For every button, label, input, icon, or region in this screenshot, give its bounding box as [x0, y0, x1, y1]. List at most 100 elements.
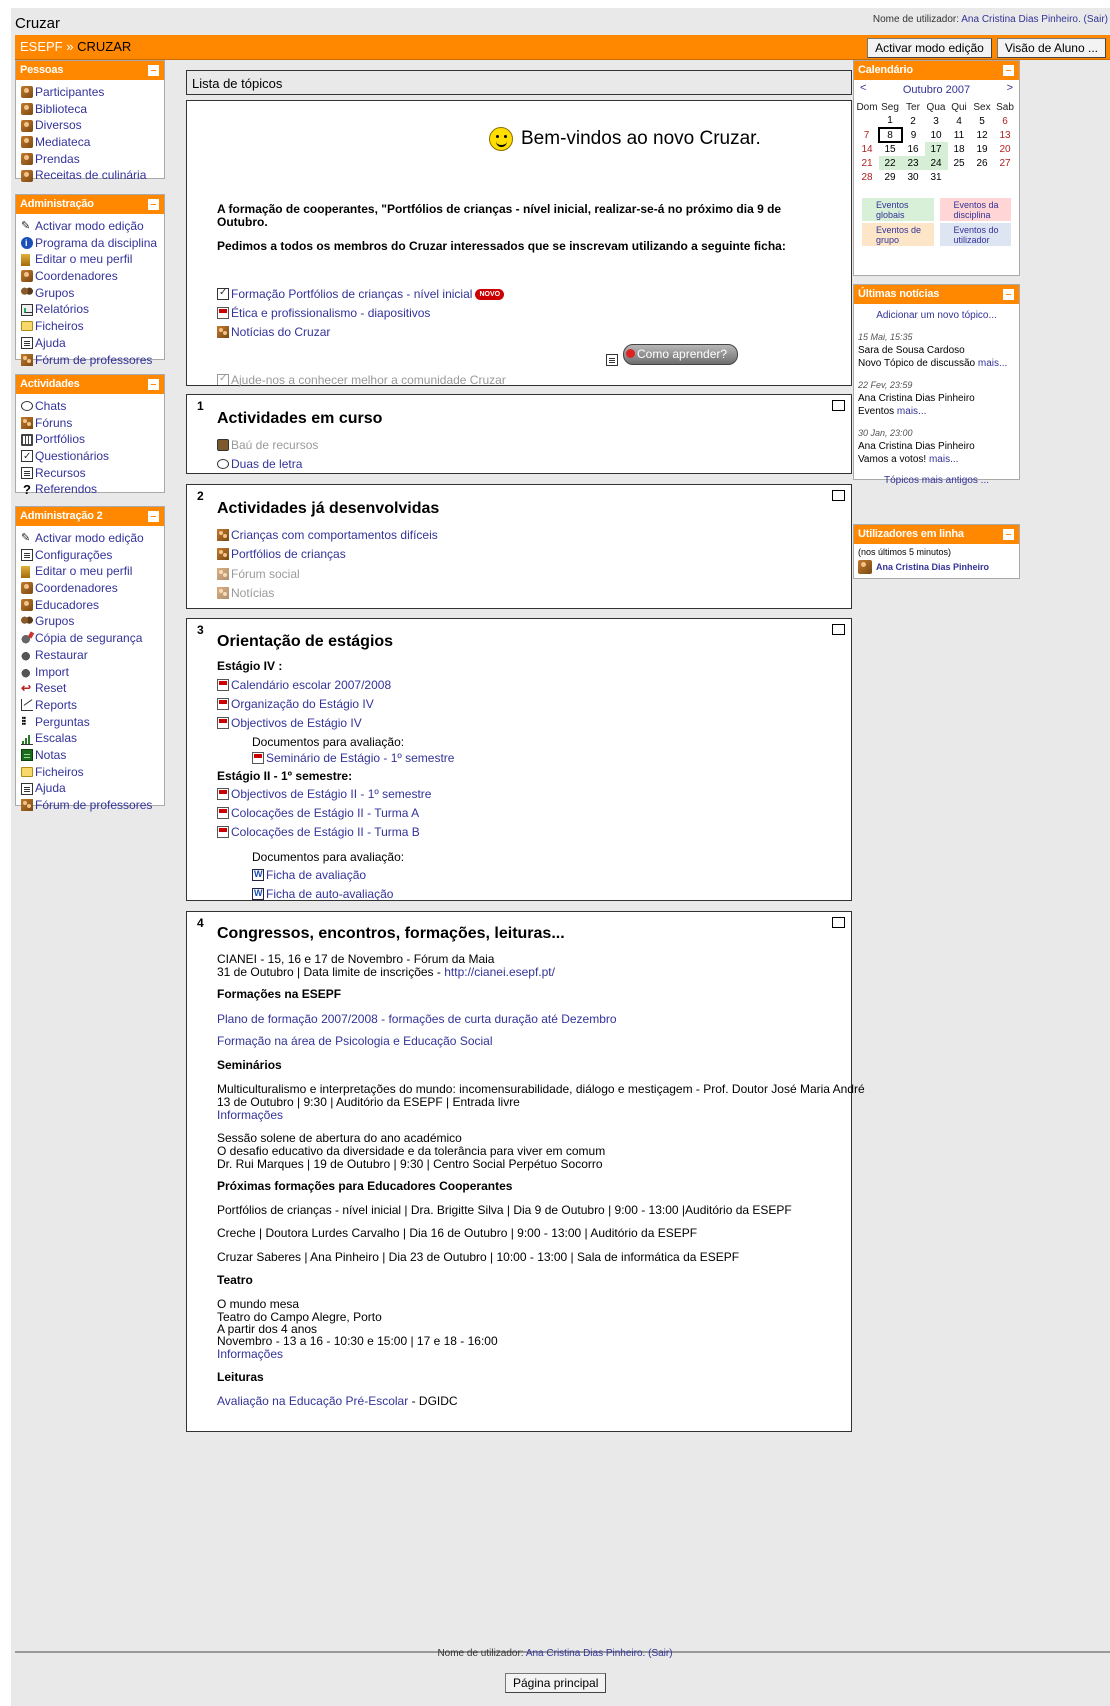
block-menu-link[interactable]: Receitas de culinária — [35, 167, 146, 184]
collapse-icon[interactable] — [1003, 289, 1014, 300]
breadcrumb-home-link[interactable]: ESEPF — [20, 39, 63, 54]
block-menu-item[interactable]: Reports — [21, 697, 164, 714]
block-menu-item[interactable]: Portfólios — [21, 431, 164, 448]
calendar-legend-item[interactable]: Eventos globais — [862, 198, 934, 221]
block-menu-item[interactable]: Editar o meu perfil — [21, 251, 164, 268]
colocacoes-a-link[interactable]: Colocações de Estágio II - Turma A — [231, 806, 419, 820]
block-menu-item[interactable]: Relatórios — [21, 301, 164, 318]
organizacao-link[interactable]: Organização do Estágio IV — [231, 697, 374, 711]
block-menu-item[interactable]: Restaurar — [21, 647, 164, 664]
calendar-day[interactable]: 14 — [856, 142, 879, 156]
calendar-day[interactable]: 27 — [994, 156, 1017, 170]
activity-row[interactable]: Fórum social — [217, 567, 300, 581]
block-menu-item[interactable]: Ajuda — [21, 780, 164, 797]
block-menu-item[interactable]: Grupos — [21, 613, 164, 630]
block-menu-item[interactable]: Reset — [21, 680, 164, 697]
calendar-day[interactable]: 25 — [948, 156, 971, 170]
activity-row[interactable]: Crianças com comportamentos difíceis — [217, 528, 438, 542]
add-topic-link[interactable]: Adicionar um novo tópico... — [876, 310, 997, 321]
calendar-day[interactable]: 8 — [877, 127, 903, 143]
edit-mode-button[interactable]: Activar modo edição — [867, 38, 992, 58]
block-menu-item[interactable]: Chats — [21, 398, 164, 415]
block-menu-link[interactable]: Ajuda — [35, 780, 66, 797]
block-menu-item[interactable]: Diversos — [21, 117, 164, 134]
calendar-day[interactable]: 3 — [925, 114, 948, 128]
block-menu-item[interactable]: Perguntas — [21, 713, 164, 731]
ficha-auto-avaliacao-link[interactable]: Ficha de auto-avaliação — [266, 887, 393, 901]
calendar-legend-item[interactable]: Eventos do utilizador — [939, 223, 1011, 246]
seminario-link[interactable]: Seminário de Estágio - 1º semestre — [266, 751, 454, 765]
block-menu-link[interactable]: Referendos — [35, 481, 97, 498]
block-menu-link[interactable]: Prendas — [35, 151, 80, 168]
block-menu-link[interactable]: Perguntas — [35, 714, 90, 731]
block-menu-item[interactable]: Ficheiros — [21, 764, 164, 781]
calendar-day[interactable]: 29 — [879, 170, 902, 184]
resource-link-row[interactable]: Formação Portfólios de crianças - nível … — [217, 287, 505, 301]
block-menu-item[interactable]: Ficheiros — [21, 318, 164, 335]
como-aprender-button[interactable]: Como aprender? — [623, 344, 739, 365]
activity-row[interactable]: Baú de recursos — [217, 438, 318, 452]
calendar-day[interactable]: 10 — [925, 128, 948, 142]
block-menu-link[interactable]: Grupos — [35, 613, 74, 630]
colocacoes-b-link[interactable]: Colocações de Estágio II - Turma B — [231, 825, 420, 839]
calendar-day[interactable]: 17 — [924, 142, 948, 156]
block-menu-item[interactable]: Fórum de professores — [21, 797, 164, 814]
block-menu-item[interactable]: Notas — [21, 747, 164, 764]
resource-row[interactable]: Organização do Estágio IV — [217, 697, 374, 711]
noticias-hidden-link[interactable]: Notícias — [231, 586, 274, 600]
collapse-icon[interactable] — [148, 511, 159, 522]
block-menu-link[interactable]: Notas — [35, 747, 66, 764]
collapse-icon[interactable] — [148, 379, 159, 390]
calendar-day[interactable]: 7 — [856, 128, 879, 142]
resource-row[interactable]: Calendário escolar 2007/2008 — [217, 678, 391, 692]
block-menu-item[interactable]: Cópia de segurança — [21, 630, 164, 647]
news-more-link[interactable]: mais... — [929, 454, 958, 465]
activity-row[interactable]: Portfólios de crianças — [217, 547, 346, 561]
block-menu-link[interactable]: Mediateca — [35, 134, 90, 151]
block-menu-link[interactable]: Editar o meu perfil — [35, 563, 132, 580]
resource-row[interactable]: Colocações de Estágio II - Turma A — [217, 806, 419, 820]
resource-link-row[interactable]: Ética e profissionalismo - diapositivos — [217, 306, 430, 320]
plano-formacao-link[interactable]: Plano de formação 2007/2008 - formações … — [217, 1013, 617, 1026]
block-menu-item[interactable]: Receitas de culinária — [21, 167, 164, 184]
calendar-day[interactable]: 19 — [971, 142, 994, 156]
calendar-next-month[interactable]: > — [1007, 82, 1013, 94]
block-menu-link[interactable]: Reports — [35, 697, 77, 714]
calendar-day[interactable]: 16 — [902, 142, 925, 156]
resource-row[interactable]: Objectivos de Estágio II - 1º semestre — [217, 787, 431, 801]
block-menu-item[interactable]: Prendas — [21, 151, 164, 168]
objectivos-iv-link[interactable]: Objectivos de Estágio IV — [231, 716, 362, 730]
ficha-avaliacao-link[interactable]: Ficha de avaliação — [266, 868, 366, 882]
resource-row[interactable]: Colocações de Estágio II - Turma B — [217, 825, 420, 839]
resource-row[interactable]: Objectivos de Estágio IV — [217, 716, 362, 730]
block-menu-link[interactable]: Biblioteca — [35, 101, 87, 118]
logout-link[interactable]: (Sair) — [1084, 14, 1108, 25]
block-menu-link[interactable]: Ajuda — [35, 335, 66, 352]
etica-link[interactable]: Ética e profissionalismo - diapositivos — [231, 306, 430, 320]
comunidade-link[interactable]: Ajude-nos a conhecer melhor a comunidade… — [231, 373, 506, 387]
block-menu-link[interactable]: Relatórios — [35, 301, 89, 318]
formacao-link[interactable]: Formação Portfólios de crianças - nível … — [231, 287, 472, 301]
avaliacao-pre-escolar-link[interactable]: Avaliação na Educação Pré-Escolar — [217, 1394, 408, 1408]
resource-row[interactable]: Ficha de auto-avaliação — [252, 887, 393, 901]
block-menu-link[interactable]: Questionários — [35, 448, 109, 465]
calendar-day[interactable]: 20 — [994, 142, 1017, 156]
portfolios-link[interactable]: Portfólios de crianças — [231, 547, 346, 561]
block-menu-link[interactable]: Diversos — [35, 117, 82, 134]
block-menu-item[interactable]: Configurações — [21, 547, 164, 564]
block-menu-link[interactable]: Educadores — [35, 597, 99, 614]
hidden-link-row[interactable]: Ajude-nos a conhecer melhor a comunidade… — [217, 373, 506, 387]
duas-de-letra-link[interactable]: Duas de letra — [231, 457, 302, 471]
collapse-icon[interactable] — [1003, 529, 1014, 540]
block-menu-item[interactable]: Biblioteca — [21, 101, 164, 118]
calendar-day[interactable]: 2 — [902, 114, 925, 128]
calendar-day[interactable]: 31 — [925, 170, 948, 184]
block-menu-link[interactable]: Ficheiros — [35, 764, 84, 781]
activity-row[interactable]: Duas de letra — [217, 457, 302, 471]
block-menu-link[interactable]: Activar modo edição — [35, 530, 144, 547]
older-topics-link[interactable]: Tópicos mais antigos ... — [884, 475, 989, 486]
calendario-link[interactable]: Calendário escolar 2007/2008 — [231, 678, 391, 692]
block-menu-link[interactable]: Programa da disciplina — [35, 235, 157, 252]
calendar-day[interactable]: 23 — [901, 156, 925, 170]
calendar-day[interactable]: 4 — [948, 114, 971, 128]
